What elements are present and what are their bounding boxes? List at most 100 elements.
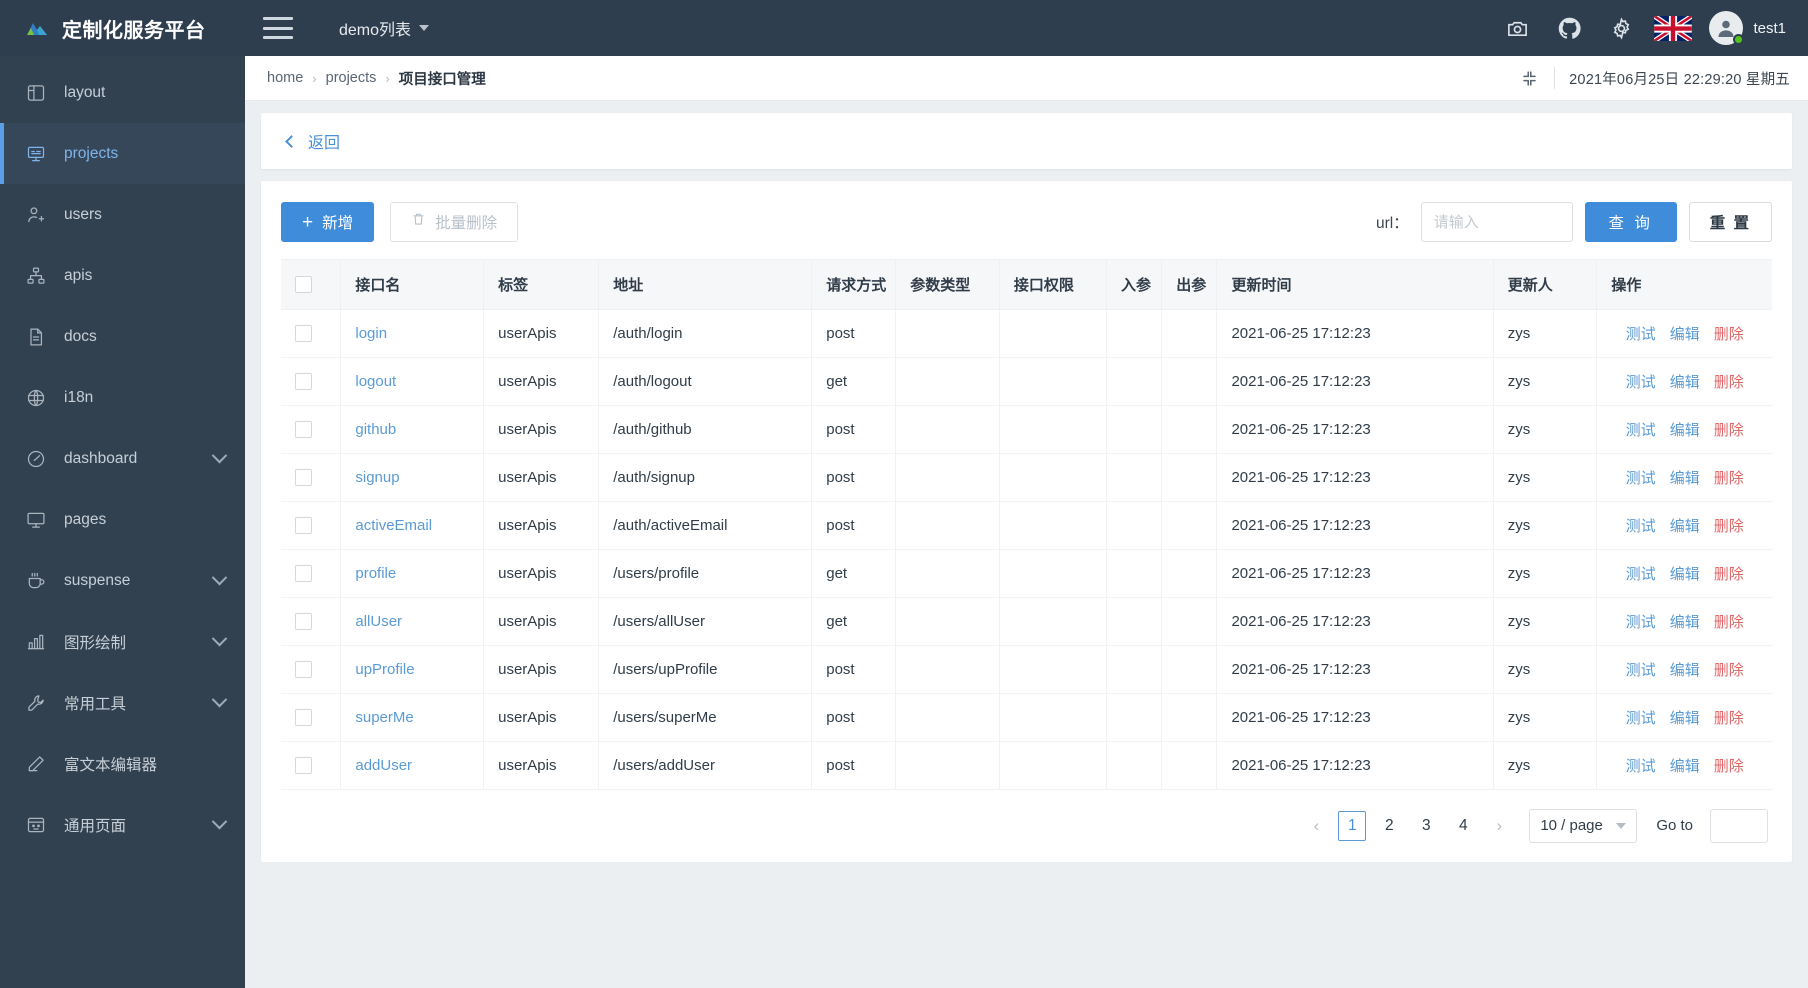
op-delete[interactable]: 删除 xyxy=(1714,371,1744,392)
cell-addr: /users/addUser xyxy=(598,741,813,790)
api-name-link[interactable]: profile xyxy=(355,565,396,582)
op-action[interactable]: 测试 xyxy=(1626,419,1656,440)
hamburger-icon[interactable] xyxy=(263,17,293,39)
api-name-link[interactable]: allUser xyxy=(355,613,402,630)
op-action[interactable]: 编辑 xyxy=(1670,755,1700,776)
op-delete[interactable]: 删除 xyxy=(1714,467,1744,488)
cell-time: 2021-06-25 17:12:23 xyxy=(1216,693,1494,742)
pagination-page-3[interactable]: 3 xyxy=(1412,811,1440,841)
cell-ptype xyxy=(895,693,1000,742)
row-checkbox[interactable] xyxy=(295,612,312,630)
github-icon[interactable] xyxy=(1543,0,1595,56)
row-checkbox[interactable] xyxy=(295,324,312,342)
row-checkbox[interactable] xyxy=(295,756,312,774)
op-action[interactable]: 编辑 xyxy=(1670,563,1700,584)
op-action[interactable]: 测试 xyxy=(1626,515,1656,536)
url-filter-input[interactable] xyxy=(1420,202,1573,242)
plus-icon: + xyxy=(302,211,314,233)
sidebar-item-图形绘制[interactable]: 图形绘制 xyxy=(0,611,245,672)
page-size-select[interactable]: 10 / page xyxy=(1529,808,1638,843)
op-action[interactable]: 测试 xyxy=(1626,755,1656,776)
op-action[interactable]: 测试 xyxy=(1626,323,1656,344)
row-checkbox[interactable] xyxy=(295,372,312,390)
sidebar-item-dashboard[interactable]: dashboard xyxy=(0,428,245,489)
demo-list-selector[interactable]: demo列表 xyxy=(339,16,430,40)
sidebar-item-docs[interactable]: docs xyxy=(0,306,245,367)
op-delete[interactable]: 删除 xyxy=(1714,659,1744,680)
sidebar-item-富文本编辑器[interactable]: 富文本编辑器 xyxy=(0,733,245,794)
sidebar-item-projects[interactable]: projects xyxy=(0,123,245,184)
cell-time: 2021-06-25 17:12:23 xyxy=(1216,453,1494,502)
sidebar-item-apis[interactable]: apis xyxy=(0,245,245,306)
op-action[interactable]: 编辑 xyxy=(1670,419,1700,440)
sidebar-item-users[interactable]: users xyxy=(0,184,245,245)
api-name-link[interactable]: activeEmail xyxy=(355,517,432,534)
op-action[interactable]: 测试 xyxy=(1626,371,1656,392)
op-action[interactable]: 编辑 xyxy=(1670,611,1700,632)
fullscreen-exit-icon[interactable] xyxy=(1518,67,1540,89)
pagination-prev[interactable]: ‹ xyxy=(1303,811,1329,841)
op-action[interactable]: 编辑 xyxy=(1670,515,1700,536)
row-checkbox[interactable] xyxy=(295,420,312,438)
api-name-link[interactable]: github xyxy=(355,421,396,438)
sidebar-item-i18n[interactable]: i18n xyxy=(0,367,245,428)
pagination-page-2[interactable]: 2 xyxy=(1375,811,1403,841)
op-delete[interactable]: 删除 xyxy=(1714,515,1744,536)
row-checkbox[interactable] xyxy=(295,708,312,726)
cell-out xyxy=(1161,693,1218,742)
op-action[interactable]: 测试 xyxy=(1626,659,1656,680)
op-action[interactable]: 测试 xyxy=(1626,611,1656,632)
op-action[interactable]: 编辑 xyxy=(1670,371,1700,392)
pagination-page-1[interactable]: 1 xyxy=(1338,810,1367,841)
op-delete[interactable]: 删除 xyxy=(1714,323,1744,344)
op-delete[interactable]: 删除 xyxy=(1714,563,1744,584)
table-row: activeEmail userApis/auth/activeEmail post… xyxy=(281,501,1772,550)
row-checkbox[interactable] xyxy=(295,564,312,582)
pagination-next[interactable]: › xyxy=(1486,811,1512,841)
row-checkbox[interactable] xyxy=(295,468,312,486)
op-action[interactable]: 编辑 xyxy=(1670,707,1700,728)
breadcrumb-item-home[interactable]: home xyxy=(267,70,303,86)
op-delete[interactable]: 删除 xyxy=(1714,419,1744,440)
api-name-link[interactable]: login xyxy=(355,325,387,342)
sidebar-item-通用页面[interactable]: 通用页面 xyxy=(0,794,245,855)
add-button[interactable]: + 新增 xyxy=(281,202,375,242)
api-name-link[interactable]: addUser xyxy=(355,757,412,774)
batch-delete-button[interactable]: 批量删除 xyxy=(390,202,519,242)
camera-icon[interactable] xyxy=(1491,0,1543,56)
api-name-link[interactable]: superMe xyxy=(355,709,413,726)
op-action[interactable]: 编辑 xyxy=(1670,659,1700,680)
column-header-time: 更新时间 xyxy=(1216,260,1494,310)
op-action[interactable]: 测试 xyxy=(1626,563,1656,584)
op-delete[interactable]: 删除 xyxy=(1714,707,1744,728)
back-button[interactable]: 返回 xyxy=(285,129,340,153)
op-action[interactable]: 编辑 xyxy=(1670,323,1700,344)
sidebar-item-suspense[interactable]: suspense xyxy=(0,550,245,611)
user-menu[interactable]: test1 xyxy=(1709,11,1786,45)
row-checkbox[interactable] xyxy=(295,660,312,678)
op-delete[interactable]: 删除 xyxy=(1714,611,1744,632)
search-button[interactable]: 查 询 xyxy=(1584,202,1677,242)
sidebar-item-pages[interactable]: pages xyxy=(0,489,245,550)
pagination-page-4[interactable]: 4 xyxy=(1449,811,1477,841)
op-action[interactable]: 测试 xyxy=(1626,467,1656,488)
op-action[interactable]: 编辑 xyxy=(1670,467,1700,488)
row-checkbox[interactable] xyxy=(295,516,312,534)
op-action[interactable]: 测试 xyxy=(1626,707,1656,728)
op-delete[interactable]: 删除 xyxy=(1714,755,1744,776)
uk-flag-icon[interactable] xyxy=(1647,0,1699,56)
avatar xyxy=(1709,11,1745,45)
goto-input[interactable] xyxy=(1710,808,1768,843)
api-name-link[interactable]: signup xyxy=(355,469,399,486)
sidebar-item-常用工具[interactable]: 常用工具 xyxy=(0,672,245,733)
sidebar-item-layout[interactable]: layout xyxy=(0,62,245,123)
app-shell: layout projects users apis docs i18n dashboard… xyxy=(0,56,1808,988)
api-name-link[interactable]: logout xyxy=(355,373,396,390)
breadcrumb-item-projects[interactable]: projects xyxy=(326,70,377,86)
select-all-checkbox[interactable] xyxy=(295,276,312,294)
api-name-link[interactable]: upProfile xyxy=(355,661,414,678)
cell-addr: /auth/login xyxy=(598,309,813,358)
gear-icon[interactable] xyxy=(1595,0,1647,56)
reset-button[interactable]: 重 置 xyxy=(1688,202,1772,242)
cell-out xyxy=(1161,741,1218,790)
